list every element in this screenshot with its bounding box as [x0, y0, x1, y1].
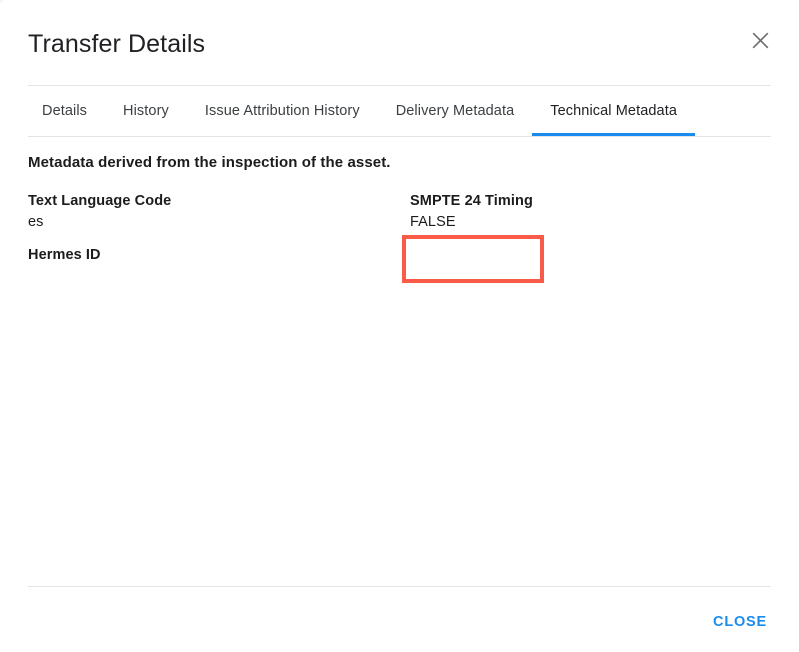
metadata-key: Text Language Code: [28, 193, 172, 209]
tab-history[interactable]: History: [105, 86, 187, 136]
panel-description: Metadata derived from the inspection of …: [28, 154, 391, 171]
metadata-field-smpte-24-timing: SMPTE 24 Timing FALSE: [410, 191, 533, 233]
dialog-footer: CLOSE: [0, 586, 799, 652]
tab-label: Issue Attribution History: [204, 103, 360, 119]
tab-technical-metadata[interactable]: Technical Metadata: [532, 86, 695, 136]
tab-delivery-metadata[interactable]: Delivery Metadata: [378, 86, 533, 136]
metadata-value: [28, 266, 101, 287]
tab-label: History: [123, 103, 169, 119]
tab-issue-attribution-history[interactable]: Issue Attribution History: [187, 86, 378, 136]
metadata-field-hermes-id: Hermes ID: [28, 245, 101, 287]
metadata-grid: Text Language Code es SMPTE 24 Timing FA…: [28, 191, 771, 287]
close-button[interactable]: CLOSE: [703, 606, 777, 638]
metadata-row: Text Language Code es SMPTE 24 Timing FA…: [28, 191, 771, 233]
tab-bar: Details History Issue Attribution Histor…: [28, 86, 695, 136]
dialog-header: Transfer Details: [0, 0, 799, 85]
metadata-key: SMPTE 24 Timing: [410, 193, 533, 209]
tab-label: Technical Metadata: [550, 103, 677, 119]
tab-label: Delivery Metadata: [395, 103, 515, 119]
tab-details[interactable]: Details: [28, 86, 105, 136]
metadata-value: FALSE: [410, 214, 456, 230]
metadata-value: es: [28, 214, 44, 230]
metadata-field-text-language-code: Text Language Code es: [28, 191, 171, 233]
transfer-details-dialog: Transfer Details Details History Issue A…: [0, 0, 799, 652]
metadata-key: Hermes ID: [28, 247, 101, 263]
close-icon-button[interactable]: [742, 22, 778, 58]
close-icon: [752, 32, 769, 49]
page-title: Transfer Details: [28, 30, 206, 58]
metadata-row: Hermes ID: [28, 245, 771, 287]
tab-label: Details: [42, 103, 88, 119]
technical-metadata-panel: Metadata derived from the inspection of …: [0, 137, 799, 586]
page-backdrop: Transfer Details Details History Issue A…: [0, 0, 799, 652]
